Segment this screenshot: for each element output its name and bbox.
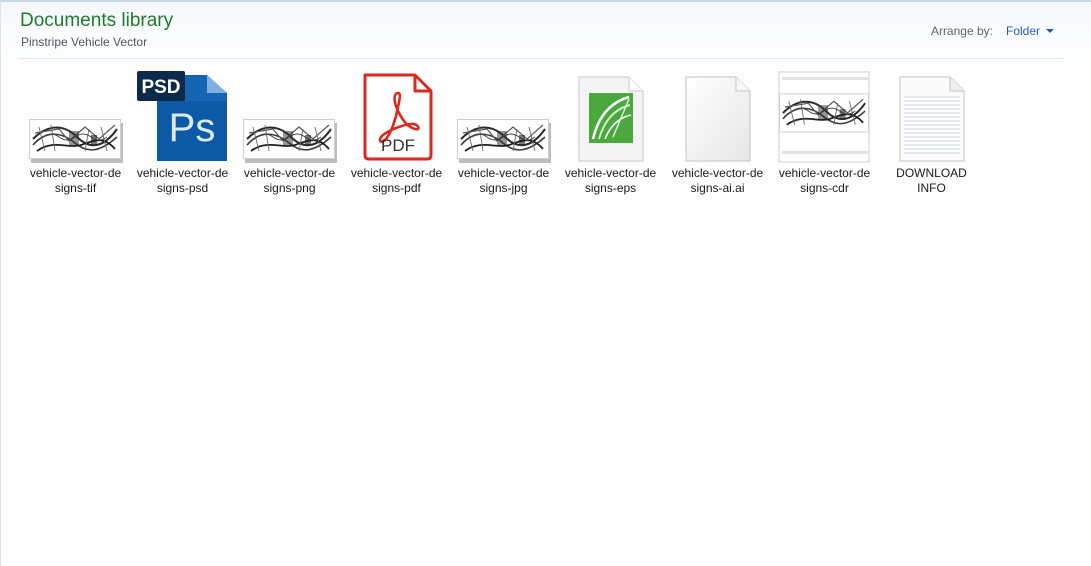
file-item-psd[interactable]: Ps PSD vehicle-vector-de signs-psd bbox=[129, 69, 236, 196]
explorer-window: Documents library Pinstripe Vehicle Vect… bbox=[0, 0, 1091, 566]
pinstripe-thumbnail-icon bbox=[240, 69, 340, 163]
file-name: vehicle-vector-de signs-cdr bbox=[778, 166, 871, 195]
file-item-tif[interactable]: vehicle-vector-de signs-tif bbox=[22, 69, 129, 196]
pinstripe-thumbnail-icon bbox=[26, 69, 126, 163]
file-item-jpg[interactable]: vehicle-vector-de signs-jpg bbox=[450, 69, 557, 196]
psd-badge-text: PSD bbox=[141, 77, 180, 98]
arrange-by-control: Arrange by: Folder bbox=[931, 24, 1054, 38]
file-name: vehicle-vector-de signs-jpg bbox=[457, 166, 550, 195]
file-item-cdr[interactable]: vehicle-vector-de signs-cdr bbox=[771, 69, 878, 196]
library-header: Documents library Pinstripe Vehicle Vect… bbox=[1, 2, 1091, 58]
pinstripe-thumbnail-icon bbox=[454, 69, 554, 163]
file-item-download-info[interactable]: DOWNLOAD INFO bbox=[878, 69, 985, 196]
header-divider bbox=[18, 58, 1064, 59]
library-subtitle: Pinstripe Vehicle Vector bbox=[21, 35, 148, 49]
file-item-ai[interactable]: vehicle-vector-de signs-ai.ai bbox=[664, 69, 771, 196]
file-name: vehicle-vector-de signs-psd bbox=[136, 166, 229, 195]
arrange-by-dropdown[interactable]: Folder bbox=[1006, 24, 1054, 38]
file-list: vehicle-vector-de signs-tif Ps PSD vehicl… bbox=[22, 69, 985, 196]
file-item-pdf[interactable]: PDF vehicle-vector-de signs-pdf bbox=[343, 69, 450, 196]
file-name: vehicle-vector-de signs-png bbox=[243, 166, 336, 195]
text-document-icon bbox=[882, 69, 982, 163]
file-name: vehicle-vector-de signs-ai.ai bbox=[671, 166, 764, 195]
library-title: Documents library bbox=[20, 10, 174, 31]
file-item-eps[interactable]: vehicle-vector-de signs-eps bbox=[557, 69, 664, 196]
file-name: vehicle-vector-de signs-tif bbox=[29, 166, 122, 195]
file-item-png[interactable]: vehicle-vector-de signs-png bbox=[236, 69, 343, 196]
file-name: vehicle-vector-de signs-eps bbox=[564, 166, 657, 195]
coreldraw-icon bbox=[561, 69, 661, 163]
pinstripe-thumbnail-icon bbox=[775, 69, 875, 163]
pdf-icon: PDF bbox=[347, 69, 447, 163]
arrange-by-label: Arrange by: bbox=[930, 24, 993, 38]
ps-letters: Ps bbox=[168, 106, 215, 150]
chevron-down-icon bbox=[1046, 29, 1054, 33]
arrange-by-value: Folder bbox=[1005, 24, 1040, 38]
file-name: DOWNLOAD INFO bbox=[896, 166, 967, 195]
pdf-label: PDF bbox=[381, 136, 415, 155]
blank-document-icon bbox=[668, 69, 768, 163]
file-name: vehicle-vector-de signs-pdf bbox=[350, 166, 443, 195]
photoshop-icon: Ps PSD bbox=[133, 69, 233, 163]
